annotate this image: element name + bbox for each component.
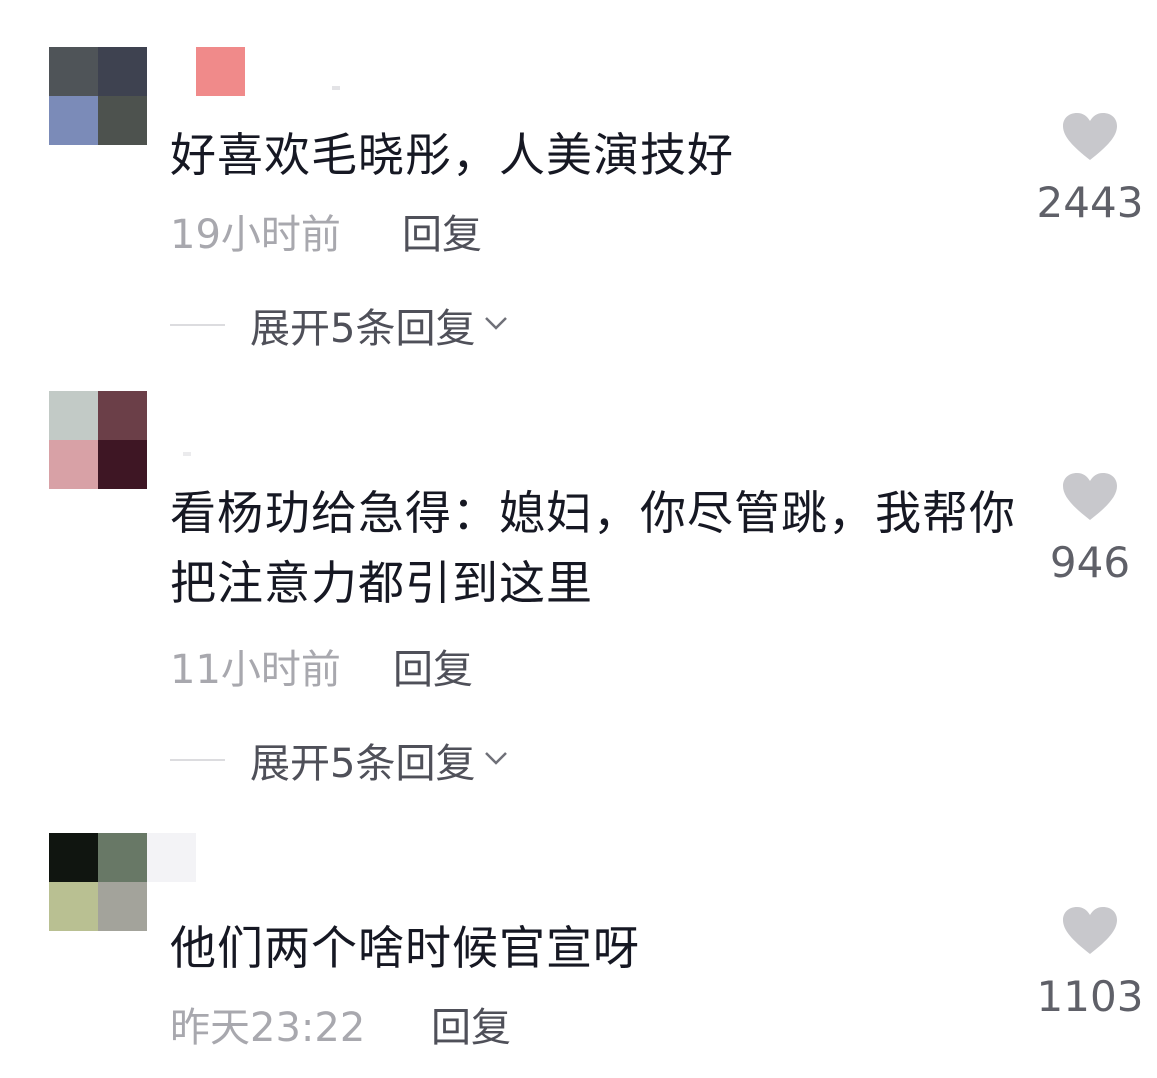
comment-text: 好喜欢毛晓彤，人美演技好 [170,128,734,182]
reply-button[interactable]: 回复 [431,1003,511,1053]
heart-icon [1020,472,1157,526]
expand-replies-label: 展开5条回复 [250,306,476,352]
comment-time: 昨天23:22 [170,1005,366,1051]
avatar[interactable] [49,47,147,145]
username-mosaic[interactable] [196,47,245,96]
expand-replies-button[interactable]: 展开5条回复 [170,300,509,352]
comment-text: 他们两个啥时候官宣呀 [170,921,640,975]
heart-icon [1020,906,1157,960]
heart-icon [1020,112,1157,166]
username-fragment [183,452,191,456]
like-count: 2443 [1036,178,1144,227]
divider-line [170,759,225,761]
comment-time: 11小时前 [170,647,341,693]
comment-text: 看杨玏给急得：媳妇，你尽管跳，我帮你把注意力都引到这里 [170,486,1016,610]
like-button[interactable]: 946 [1020,472,1157,586]
like-count: 1103 [1036,972,1144,1021]
username-fragment [332,86,340,90]
reply-button[interactable]: 回复 [393,645,473,695]
avatar[interactable] [49,833,147,931]
username-mosaic[interactable] [147,833,196,882]
comment-time: 19小时前 [170,212,341,258]
comment-item: 看杨玏给急得：媳妇，你尽管跳，我帮你把注意力都引到这里 11小时前 回复 展开5… [0,380,1157,800]
like-count: 946 [1049,538,1131,587]
expand-replies-button[interactable]: 展开5条回复 [170,735,509,787]
avatar[interactable] [49,391,147,489]
divider-line [170,324,225,326]
comment-item: 好喜欢毛晓彤，人美演技好 19小时前 回复 展开5条回复 2443 [0,0,1157,380]
expand-replies-label: 展开5条回复 [250,741,476,787]
like-button[interactable]: 1103 [1020,906,1157,1020]
reply-button[interactable]: 回复 [402,210,482,260]
like-button[interactable]: 2443 [1020,112,1157,226]
comment-item: 他们两个啥时候官宣呀 昨天23:22 回复 1103 [0,800,1157,1078]
chevron-down-icon [483,750,509,770]
chevron-down-icon [483,315,509,335]
